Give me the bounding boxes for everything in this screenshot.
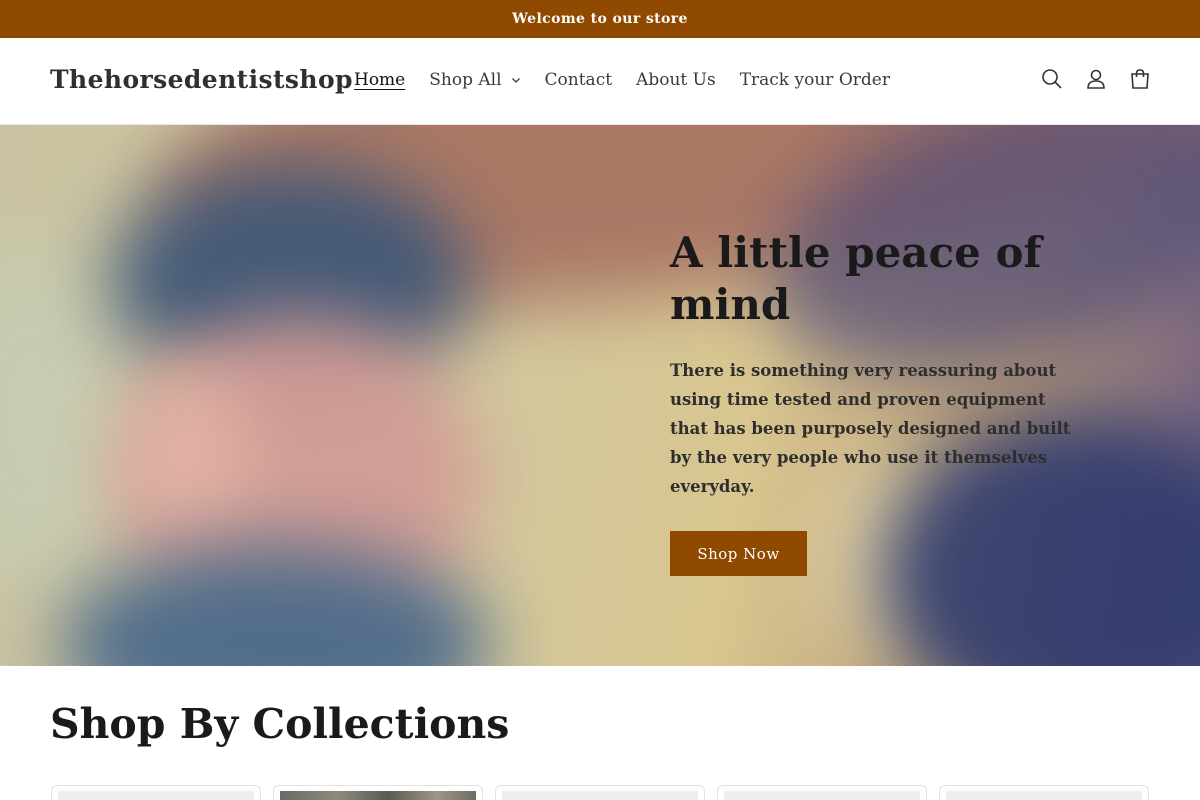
collection-image — [724, 791, 920, 800]
announcement-bar: Welcome to our store — [0, 0, 1200, 38]
nav-contact-label: Contact — [544, 70, 613, 90]
nav-track-order-label: Track your Order — [739, 70, 890, 90]
collection-card[interactable] — [51, 785, 261, 800]
collections-section: Shop By Collections — [0, 666, 1200, 800]
collection-image — [502, 791, 698, 800]
search-button[interactable] — [1030, 57, 1074, 101]
nav-about-us[interactable]: About Us — [624, 68, 728, 92]
cart-icon — [1131, 69, 1149, 89]
nav-contact[interactable]: Contact — [533, 68, 625, 92]
collection-card[interactable] — [717, 785, 927, 800]
shop-now-label: Shop Now — [697, 544, 780, 563]
hero-content: A little peace of mind There is somethin… — [670, 227, 1090, 576]
collection-image — [946, 791, 1142, 800]
nav-shop-all-label: Shop All — [429, 70, 502, 90]
shop-now-button[interactable]: Shop Now — [670, 531, 807, 576]
collection-card[interactable] — [495, 785, 705, 800]
nav-about-us-label: About Us — [636, 70, 716, 90]
collection-card[interactable] — [273, 785, 483, 800]
main-nav: Home Shop All Contact About Us Track you… — [342, 68, 902, 92]
account-icon — [1087, 69, 1105, 89]
nav-home-label: Home — [354, 70, 406, 90]
chevron-down-icon — [511, 78, 520, 83]
hero-description: There is something very reassuring about… — [670, 361, 1071, 496]
announcement-text: Welcome to our store — [512, 11, 688, 27]
site-header: Thehorsedentistshop Home Shop All Contac… — [0, 38, 1200, 125]
store-logo[interactable]: Thehorsedentistshop — [50, 65, 353, 94]
search-icon — [1042, 69, 1062, 89]
hero-banner: A little peace of mind There is somethin… — [0, 125, 1200, 666]
hero-title: A little peace of mind — [670, 228, 1042, 329]
collection-image — [58, 791, 254, 800]
collection-image — [280, 791, 476, 800]
account-button[interactable] — [1074, 57, 1118, 101]
collection-card[interactable] — [939, 785, 1149, 800]
collection-cards — [51, 785, 1149, 800]
cart-button[interactable] — [1118, 57, 1162, 101]
section-title: Shop By Collections — [50, 700, 510, 748]
nav-shop-all[interactable]: Shop All — [417, 68, 532, 92]
header-icons — [1030, 57, 1162, 101]
nav-home[interactable]: Home — [342, 68, 417, 92]
nav-track-order[interactable]: Track your Order — [728, 68, 902, 92]
